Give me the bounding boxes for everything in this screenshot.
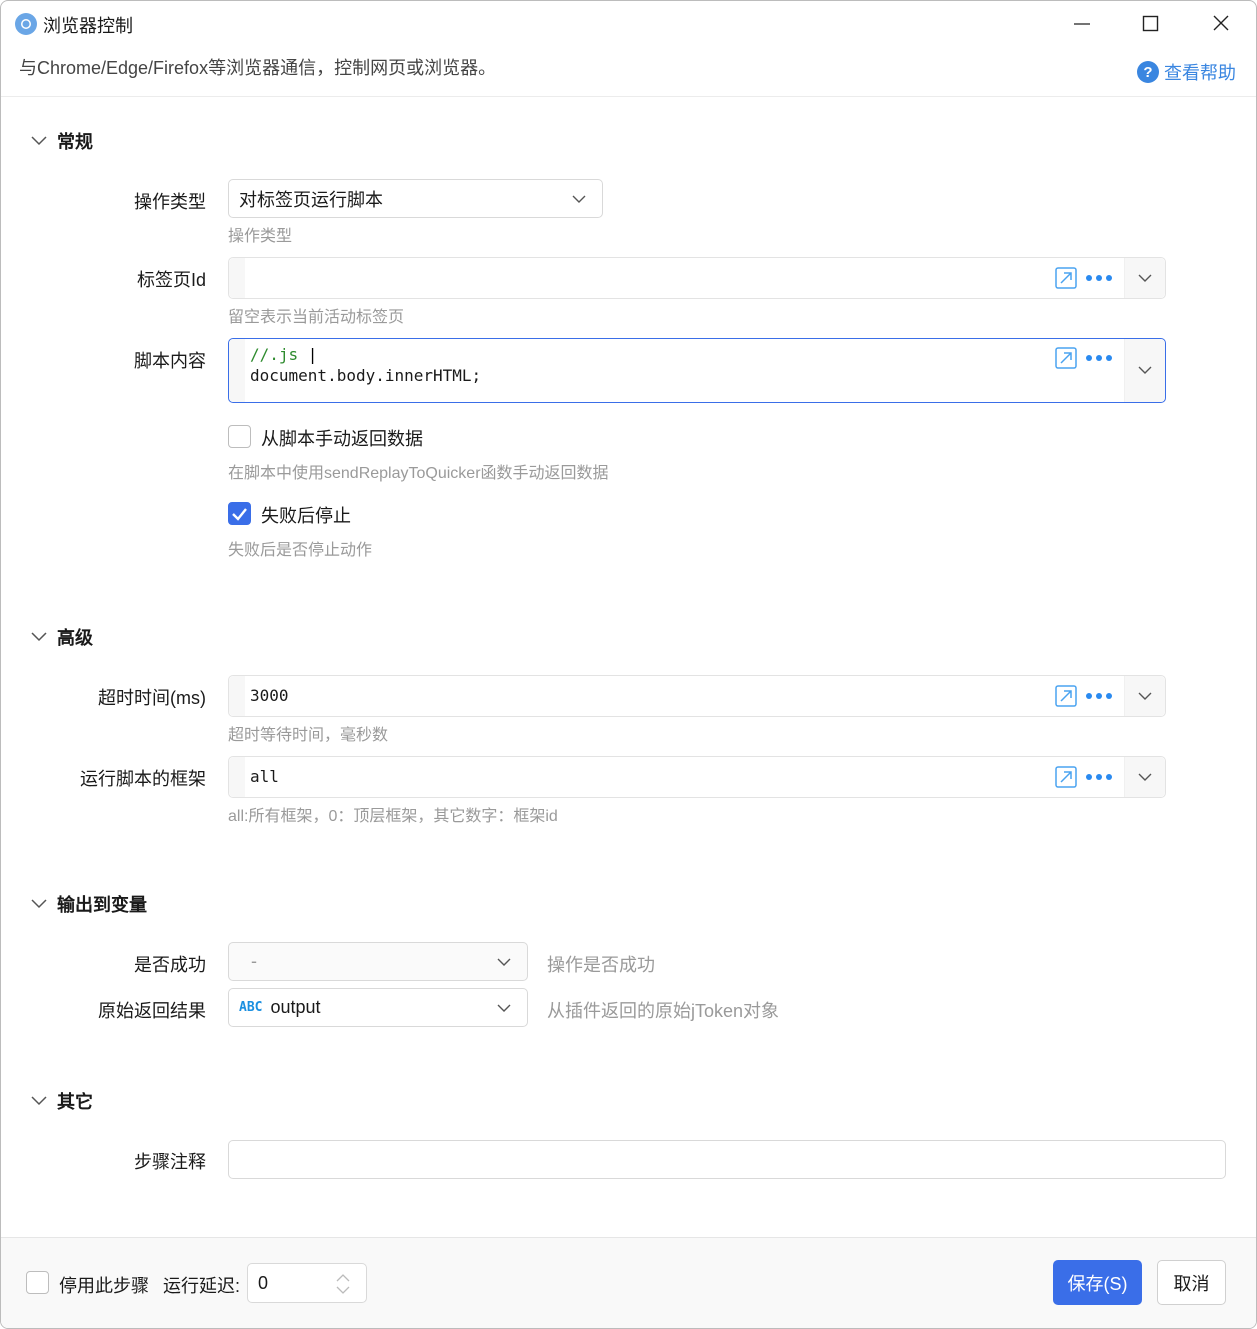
script-line-2: document.body.innerHTML; xyxy=(250,366,482,385)
help-label: 查看帮助 xyxy=(1164,63,1236,83)
field-icons xyxy=(1055,267,1113,289)
delay-stepper[interactable]: 0 xyxy=(247,1263,367,1303)
success-var-value: - xyxy=(251,951,257,971)
chevron-down-icon xyxy=(497,958,511,966)
disable-step-label: 停用此步骤 xyxy=(59,1276,149,1296)
maximize-icon[interactable] xyxy=(1142,15,1160,33)
chevron-down-icon xyxy=(1138,692,1152,700)
open-editor-icon[interactable] xyxy=(1055,347,1077,369)
frame-field[interactable]: all xyxy=(228,756,1166,798)
script-editor[interactable]: //.js | document.body.innerHTML; xyxy=(228,338,1166,403)
chevron-down-icon xyxy=(31,136,47,146)
tab-id-dropdown[interactable] xyxy=(1124,258,1165,298)
tab-id-hint: 留空表示当前活动标签页 xyxy=(228,309,405,326)
timeout-value: 3000 xyxy=(250,686,289,705)
manual-return-label: 从脚本手动返回数据 xyxy=(261,429,423,449)
frame-label: 运行脚本的框架 xyxy=(80,769,206,789)
field-icons xyxy=(1055,766,1113,788)
field-strip xyxy=(229,339,245,402)
svg-text:?: ? xyxy=(1143,64,1152,81)
chevron-down-icon xyxy=(31,632,47,642)
chevron-down-icon xyxy=(497,1004,511,1012)
delay-label: 运行延迟: xyxy=(163,1276,241,1296)
op-type-hint: 操作类型 xyxy=(228,228,293,245)
timeout-hint: 超时等待时间，毫秒数 xyxy=(228,727,389,744)
section-title: 常规 xyxy=(57,132,93,152)
manual-return-checkbox[interactable] xyxy=(228,425,251,448)
chrome-icon xyxy=(15,13,37,35)
more-icon[interactable] xyxy=(1085,773,1113,781)
section-title: 高级 xyxy=(57,628,93,648)
success-label: 是否成功 xyxy=(134,955,206,975)
field-strip xyxy=(229,258,245,298)
tab-id-label: 标签页Id xyxy=(136,270,206,290)
raw-result-var-select[interactable]: ABC output xyxy=(228,988,528,1027)
cancel-button[interactable]: 取消 xyxy=(1157,1260,1226,1305)
dialog-window: 浏览器控制 与Chrome/Edge/Firefox等浏览器通信，控制网页或浏览… xyxy=(0,0,1257,1329)
success-var-select[interactable]: - xyxy=(228,942,528,981)
field-icons xyxy=(1055,347,1113,369)
script-label: 脚本内容 xyxy=(134,351,206,371)
chevron-down-icon xyxy=(31,1096,47,1106)
stop-on-fail-checkbox[interactable] xyxy=(228,502,251,525)
help-icon: ? xyxy=(1137,61,1159,83)
stop-on-fail-label: 失败后停止 xyxy=(261,506,351,526)
open-editor-icon[interactable] xyxy=(1055,685,1077,707)
chevron-down-icon xyxy=(31,899,47,909)
section-title: 其它 xyxy=(57,1092,93,1112)
op-type-label: 操作类型 xyxy=(134,192,206,212)
raw-result-var-value: output xyxy=(270,997,321,1017)
stop-on-fail-hint: 失败后是否停止动作 xyxy=(228,542,373,559)
more-icon[interactable] xyxy=(1085,692,1113,700)
checkmark-icon xyxy=(232,508,247,521)
frame-hint: all:所有框架，0：顶层框架，其它数字：框架id xyxy=(228,808,558,825)
section-general-header[interactable]: 常规 xyxy=(31,128,93,154)
disable-step-checkbox[interactable] xyxy=(26,1271,49,1294)
window-description: 与Chrome/Edge/Firefox等浏览器通信，控制网页或浏览器。 xyxy=(19,58,497,78)
more-icon[interactable] xyxy=(1085,274,1113,282)
tab-id-field[interactable] xyxy=(228,257,1166,299)
timeout-dropdown[interactable] xyxy=(1124,676,1165,716)
field-strip xyxy=(229,676,245,716)
window-title: 浏览器控制 xyxy=(43,16,133,36)
chevron-down-icon xyxy=(1138,773,1152,781)
manual-return-hint: 在脚本中使用sendReplayToQuicker函数手动返回数据 xyxy=(228,465,609,482)
frame-dropdown[interactable] xyxy=(1124,757,1165,797)
timeout-field[interactable]: 3000 xyxy=(228,675,1166,717)
close-icon[interactable] xyxy=(1212,14,1230,32)
note-input[interactable] xyxy=(228,1140,1226,1179)
section-output-header[interactable]: 输出到变量 xyxy=(31,891,147,917)
delay-value: 0 xyxy=(258,1272,269,1293)
section-other-header[interactable]: 其它 xyxy=(31,1088,93,1114)
section-advanced-header[interactable]: 高级 xyxy=(31,624,93,650)
op-type-value: 对标签页运行脚本 xyxy=(239,189,383,210)
field-icons xyxy=(1055,685,1113,707)
note-label: 步骤注释 xyxy=(134,1152,206,1172)
divider xyxy=(1,96,1256,97)
minimize-icon[interactable] xyxy=(1073,15,1091,33)
raw-result-hint: 从插件返回的原始jToken对象 xyxy=(547,1001,780,1021)
chevron-down-icon xyxy=(1138,274,1152,282)
success-hint: 操作是否成功 xyxy=(547,955,655,975)
script-dropdown[interactable] xyxy=(1124,339,1165,402)
field-strip xyxy=(229,757,245,797)
open-editor-icon[interactable] xyxy=(1055,267,1077,289)
chevron-down-icon xyxy=(572,195,586,203)
save-button[interactable]: 保存(S) xyxy=(1053,1260,1142,1305)
more-icon[interactable] xyxy=(1085,354,1113,362)
timeout-label: 超时时间(ms) xyxy=(98,688,206,708)
chevron-down-icon xyxy=(1138,366,1152,374)
section-title: 输出到变量 xyxy=(57,895,147,915)
stepper-arrows-icon[interactable] xyxy=(335,1273,351,1295)
script-line-1: //.js | xyxy=(250,345,318,364)
raw-result-label: 原始返回结果 xyxy=(98,1001,206,1021)
op-type-select[interactable]: 对标签页运行脚本 xyxy=(228,179,603,218)
string-type-icon: ABC xyxy=(239,1000,263,1015)
help-link[interactable]: ? 查看帮助 xyxy=(1136,59,1236,85)
open-editor-icon[interactable] xyxy=(1055,766,1077,788)
frame-value: all xyxy=(250,767,279,786)
